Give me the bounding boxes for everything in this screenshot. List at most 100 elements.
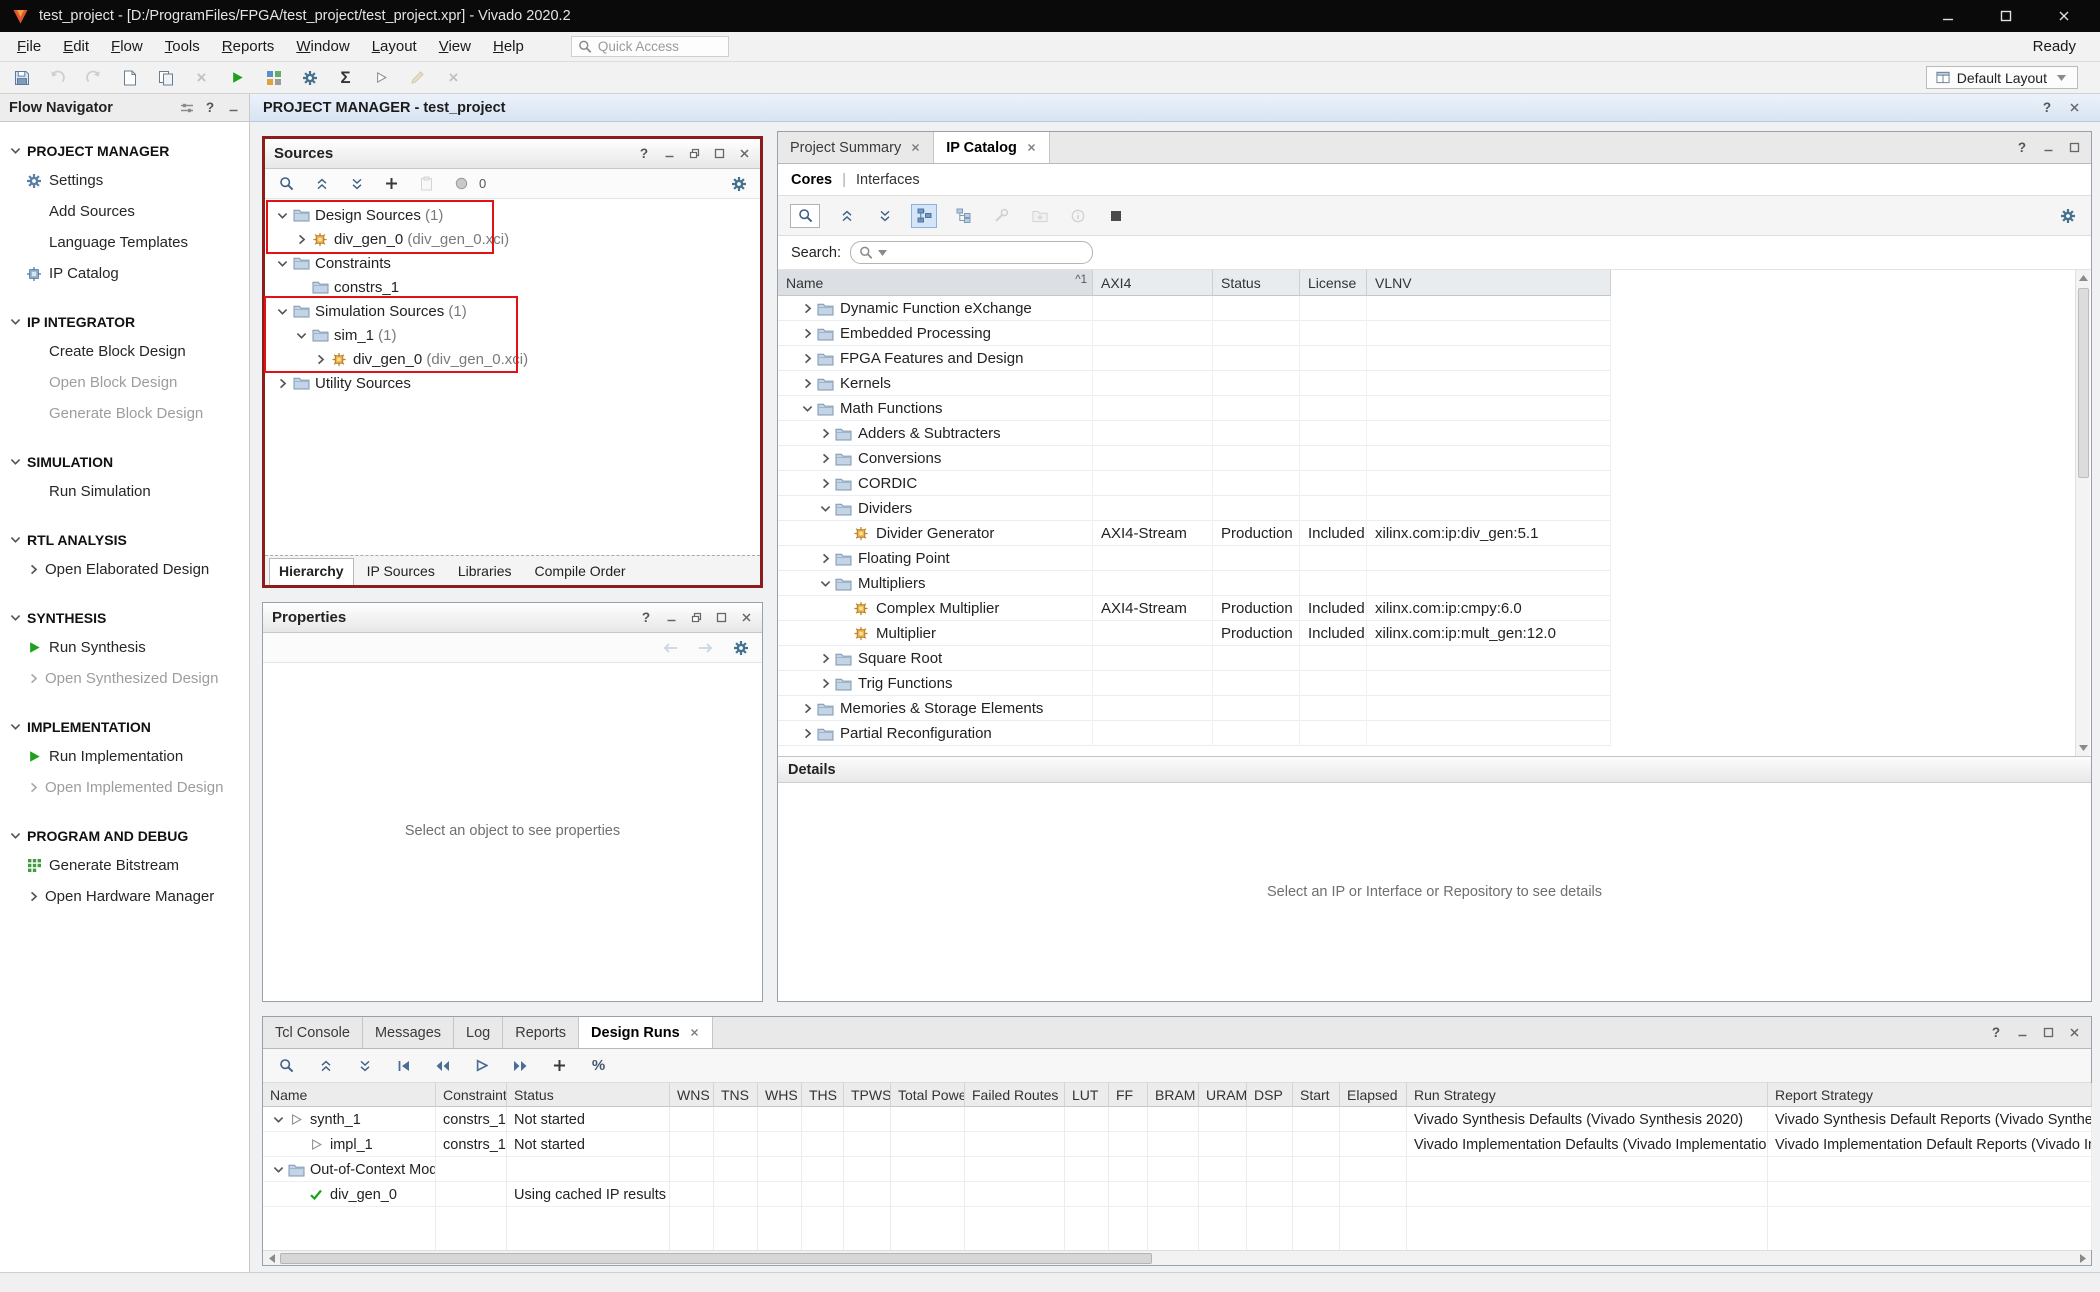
menu-flow[interactable]: Flow bbox=[100, 35, 154, 58]
flow-item-generate-block-design[interactable]: Generate Block Design bbox=[0, 398, 249, 429]
help-icon[interactable]: ? bbox=[637, 147, 651, 161]
ip-row-embedded-processing[interactable]: Embedded Processing bbox=[778, 321, 1611, 346]
arrow-left-icon[interactable] bbox=[659, 636, 682, 659]
expand-all-icon[interactable] bbox=[353, 1054, 376, 1077]
tab-reports[interactable]: Reports bbox=[503, 1017, 579, 1048]
hierarchy-view-icon[interactable] bbox=[952, 204, 975, 227]
delete-icon[interactable]: × bbox=[190, 66, 213, 89]
info-circle-icon[interactable] bbox=[1066, 204, 1089, 227]
column-header-wns[interactable]: WNS bbox=[670, 1083, 714, 1107]
menu-file[interactable]: File bbox=[6, 35, 52, 58]
column-header-start[interactable]: Start bbox=[1293, 1083, 1340, 1107]
ip-catalog-vertical-scrollbar[interactable] bbox=[2075, 270, 2090, 756]
ip-row-conversions[interactable]: Conversions bbox=[778, 446, 1611, 471]
ip-row-multiplier[interactable]: MultiplierProductionIncludedxilinx.com:i… bbox=[778, 621, 1611, 646]
play-outline-icon[interactable] bbox=[470, 1054, 493, 1077]
play-icon[interactable] bbox=[370, 66, 393, 89]
chevron-down-icon[interactable] bbox=[6, 718, 24, 736]
collapse-all-icon[interactable] bbox=[835, 204, 858, 227]
quick-access-search[interactable]: Quick Access bbox=[571, 36, 729, 57]
minimize-window-button[interactable] bbox=[1940, 8, 1956, 24]
flow-item-add-sources[interactable]: Add Sources bbox=[0, 196, 249, 227]
chevron-down-icon[interactable] bbox=[816, 500, 834, 518]
ip-row-adders-subtracters[interactable]: Adders & Subtracters bbox=[778, 421, 1611, 446]
chevron-right-icon[interactable] bbox=[273, 374, 291, 392]
tab-ip-catalog[interactable]: IP Catalog bbox=[934, 132, 1050, 163]
clipboard-icon[interactable] bbox=[415, 172, 438, 195]
sources-panel-header[interactable]: Sources ? bbox=[265, 139, 760, 169]
column-header-whs[interactable]: WHS bbox=[758, 1083, 802, 1107]
chevron-right-icon[interactable] bbox=[816, 550, 834, 568]
column-header-run-strategy[interactable]: Run Strategy bbox=[1407, 1083, 1768, 1107]
search-icon[interactable] bbox=[275, 1054, 298, 1077]
flow-item-open-implemented-design[interactable]: Open Implemented Design bbox=[0, 772, 249, 803]
scroll-up-button[interactable] bbox=[2077, 272, 2090, 284]
ip-row-square-root[interactable]: Square Root bbox=[778, 646, 1611, 671]
close-icon[interactable] bbox=[2067, 101, 2081, 115]
chevron-down-icon[interactable] bbox=[269, 1111, 287, 1129]
chevron-right-icon[interactable] bbox=[24, 779, 42, 797]
horizontal-scrollbar-thumb[interactable] bbox=[280, 1253, 1152, 1264]
arrow-right-icon[interactable] bbox=[694, 636, 717, 659]
chevron-down-icon[interactable] bbox=[269, 1161, 287, 1179]
flow-section-header-project-manager[interactable]: PROJECT MANAGER bbox=[0, 136, 249, 165]
chevron-right-icon[interactable] bbox=[816, 475, 834, 493]
ip-row-floating-point[interactable]: Floating Point bbox=[778, 546, 1611, 571]
maximize-icon[interactable] bbox=[2067, 141, 2081, 155]
close-window-button[interactable] bbox=[2056, 8, 2072, 24]
design-run-row-out-of-context-module-runs[interactable]: Out-of-Context Module Runs bbox=[263, 1157, 2092, 1182]
skip-to-start-icon[interactable] bbox=[392, 1054, 415, 1077]
minimize-icon[interactable] bbox=[2041, 141, 2055, 155]
help-icon[interactable]: ? bbox=[639, 611, 653, 625]
chevron-right-icon[interactable] bbox=[798, 350, 816, 368]
source-item-constraints[interactable]: Constraints bbox=[265, 251, 760, 275]
menu-tools[interactable]: Tools bbox=[154, 35, 211, 58]
ip-row-dividers[interactable]: Dividers bbox=[778, 496, 1611, 521]
flow-item-run-synthesis[interactable]: Run Synthesis bbox=[0, 632, 249, 663]
chevron-right-icon[interactable] bbox=[24, 670, 42, 688]
undo-icon[interactable] bbox=[46, 66, 69, 89]
ip-column-header-license[interactable]: License bbox=[1300, 270, 1367, 296]
stop-icon[interactable] bbox=[1104, 204, 1127, 227]
flow-item-generate-bitstream[interactable]: Generate Bitstream bbox=[0, 850, 249, 881]
minimize-icon[interactable] bbox=[664, 611, 678, 625]
help-icon[interactable]: ? bbox=[2040, 101, 2054, 115]
chevron-right-icon[interactable] bbox=[24, 888, 42, 906]
sources-tab-ip-sources[interactable]: IP Sources bbox=[357, 558, 445, 585]
chevron-right-icon[interactable] bbox=[798, 300, 816, 318]
scroll-down-button[interactable] bbox=[2077, 742, 2090, 754]
step-back-icon[interactable] bbox=[431, 1054, 454, 1077]
help-icon[interactable]: ? bbox=[2015, 141, 2029, 155]
flow-item-run-simulation[interactable]: Run Simulation bbox=[0, 476, 249, 507]
flow-item-create-block-design[interactable]: Create Block Design bbox=[0, 336, 249, 367]
column-header-ff[interactable]: FF bbox=[1109, 1083, 1148, 1107]
ip-row-trig-functions[interactable]: Trig Functions bbox=[778, 671, 1611, 696]
chevron-right-icon[interactable] bbox=[816, 675, 834, 693]
column-header-lut[interactable]: LUT bbox=[1065, 1083, 1109, 1107]
chevron-down-icon[interactable] bbox=[6, 453, 24, 471]
float-icon[interactable] bbox=[687, 147, 701, 161]
chevron-right-icon[interactable] bbox=[798, 700, 816, 718]
customize-wrench-icon[interactable] bbox=[990, 204, 1013, 227]
ip-column-header-status[interactable]: Status bbox=[1213, 270, 1300, 296]
tab-messages[interactable]: Messages bbox=[363, 1017, 454, 1048]
maximize-icon[interactable] bbox=[2041, 1026, 2055, 1040]
chevron-right-icon[interactable] bbox=[292, 230, 310, 248]
menu-window[interactable]: Window bbox=[285, 35, 360, 58]
message-circle-icon[interactable] bbox=[450, 172, 473, 195]
flow-item-open-block-design[interactable]: Open Block Design bbox=[0, 367, 249, 398]
copy-icon[interactable] bbox=[154, 66, 177, 89]
close-icon[interactable] bbox=[739, 611, 753, 625]
add-icon[interactable] bbox=[548, 1054, 571, 1077]
menu-view[interactable]: View bbox=[428, 35, 482, 58]
chevron-down-icon[interactable] bbox=[798, 400, 816, 418]
design-run-row-impl-1[interactable]: impl_1constrs_1Not startedVivado Impleme… bbox=[263, 1132, 2092, 1157]
ip-row-kernels[interactable]: Kernels bbox=[778, 371, 1611, 396]
step-forward-icon[interactable] bbox=[509, 1054, 532, 1077]
column-header-status[interactable]: Status bbox=[507, 1083, 670, 1107]
expand-all-icon[interactable] bbox=[345, 172, 368, 195]
search-icon[interactable] bbox=[790, 204, 820, 228]
flow-section-header-rtl-analysis[interactable]: RTL ANALYSIS bbox=[0, 525, 249, 554]
settings-icon[interactable] bbox=[298, 66, 321, 89]
ip-row-memories-storage-elements[interactable]: Memories & Storage Elements bbox=[778, 696, 1611, 721]
